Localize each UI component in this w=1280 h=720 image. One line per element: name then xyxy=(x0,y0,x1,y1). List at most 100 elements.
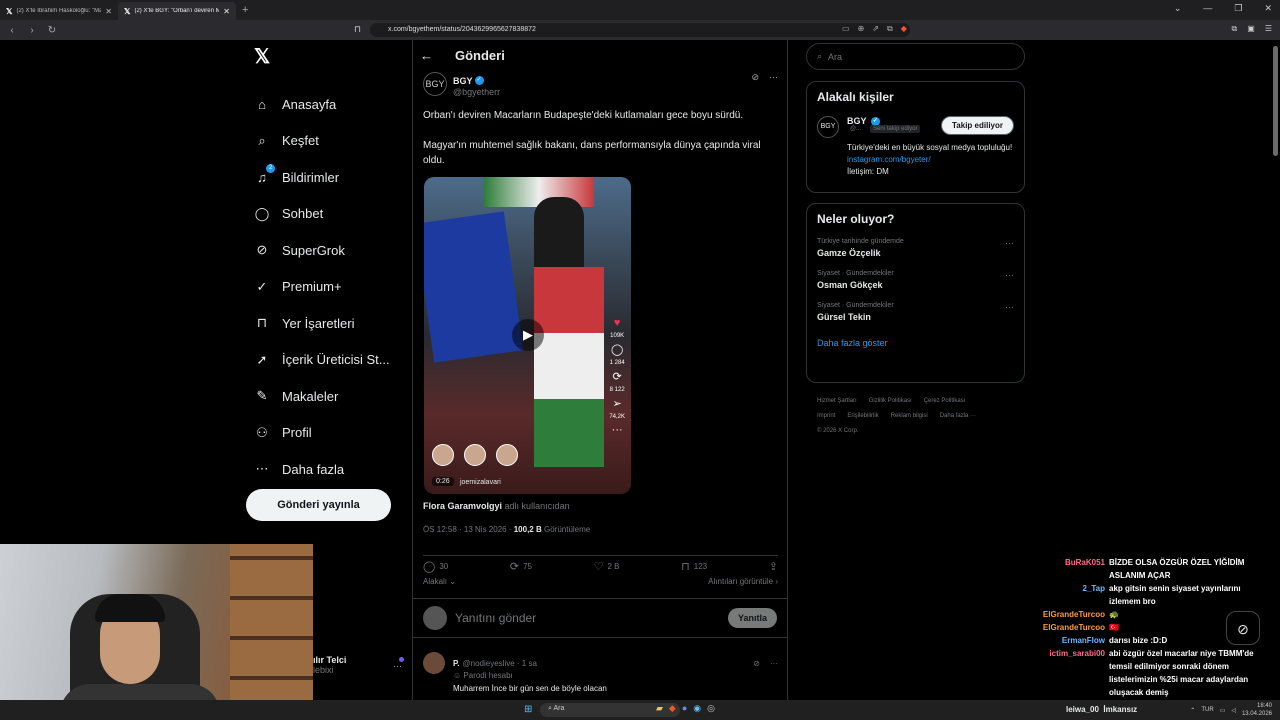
minimize-icon[interactable]: — xyxy=(1203,3,1212,14)
post-button[interactable]: Gönderi yayınla xyxy=(246,489,391,521)
nav-item-bookmarks[interactable]: ⊓ Yer İşaretleri xyxy=(246,305,406,342)
tweet-author-handle[interactable]: @bgyetherr xyxy=(453,87,500,97)
comment-icon[interactable]: ◯ xyxy=(611,343,623,356)
search-input[interactable]: ⌕ Ara xyxy=(806,43,1025,70)
video-side-actions: ♥ 109K ◯ 1 284 ⟳ 8 122 ➢ 74,2K ··· xyxy=(609,317,625,436)
tweet-meta: ÖS 12:58 · 13 Nis 2026 · 100,2 B Görüntü… xyxy=(423,525,591,534)
zoom-icon[interactable]: ⊕ xyxy=(858,24,865,34)
x-logo-icon[interactable]: 𝕏 xyxy=(254,44,406,72)
grok-icon[interactable]: ⊘ xyxy=(751,72,759,83)
bookmark-icon: ⊓ xyxy=(681,561,690,573)
app-icon[interactable]: ◎ xyxy=(707,703,715,714)
reload-icon[interactable]: ↻ xyxy=(44,25,60,36)
notification-badge: 2 xyxy=(266,164,275,174)
nav-item-explore[interactable]: ⌕ Keşfet xyxy=(246,123,406,160)
more-icon[interactable]: ··· xyxy=(769,72,778,83)
share-icon[interactable]: ⇗ xyxy=(872,24,879,34)
discord-icon[interactable]: ● xyxy=(682,703,687,714)
more-icon[interactable]: ··· xyxy=(1005,302,1014,312)
more-icon[interactable]: ··· xyxy=(393,661,402,671)
forward-icon[interactable]: › xyxy=(24,25,40,36)
share-button[interactable]: ⇪ xyxy=(769,560,778,573)
bio-link[interactable]: instagram.com/bgyeter/ xyxy=(847,155,931,164)
nav-item-home[interactable]: ⌂ Anasayfa xyxy=(246,86,406,123)
main-header: ← Gönderi xyxy=(420,48,505,63)
chevron-down-icon[interactable]: ⌄ xyxy=(1174,3,1182,14)
search-icon: ⌕ xyxy=(548,705,552,712)
sort-dropdown[interactable]: Alakalı ⌄ xyxy=(423,577,456,586)
avatar[interactable] xyxy=(423,652,445,674)
back-arrow-icon[interactable]: ← xyxy=(420,48,433,63)
new-tab-icon[interactable]: + xyxy=(242,4,248,16)
trend-item[interactable]: Siyaset · Gündemdekiler Gürsel Tekin ··· xyxy=(817,302,1014,322)
more-icon[interactable]: ··· xyxy=(1005,270,1014,280)
reply-button[interactable]: ◯ 30 xyxy=(423,560,448,573)
search-icon: ⌕ xyxy=(817,51,823,61)
hungary-flag xyxy=(534,267,604,467)
address-bar[interactable]: x.com/bgyethem/status/204362996562783887… xyxy=(370,23,910,37)
nav-item-articles[interactable]: ✎ Makaleler xyxy=(246,378,406,415)
more-icon[interactable]: ··· xyxy=(612,424,623,436)
extensions-icon[interactable]: ⧉ xyxy=(1232,24,1238,34)
show-more-link[interactable]: Daha fazla göster xyxy=(817,338,1014,348)
network-icon[interactable]: ▭ xyxy=(1220,707,1226,714)
grok-floating-button[interactable]: ⊘ xyxy=(1226,611,1260,645)
tweet-text: Orban'ı deviren Macarların Budapeşte'dek… xyxy=(423,110,761,166)
avatar[interactable]: BGY xyxy=(423,72,447,96)
reply-input[interactable]: Yanıtını gönder xyxy=(455,611,728,625)
brave-icon[interactable]: ◆ xyxy=(669,703,676,714)
chat-message: ictim_sarabi00 abi özgür özel macarlar ni… xyxy=(1049,649,1254,697)
grok-icon[interactable]: ⊘ xyxy=(753,659,760,668)
browser-tab-active[interactable]: 𝕏 (2) X'te BGY: "Orban'ı deviren M... ✕ xyxy=(118,2,236,20)
nav-item-premium[interactable]: ✓ Premium+ xyxy=(246,269,406,306)
menu-icon[interactable]: ☰ xyxy=(1265,24,1272,34)
repost-icon[interactable]: ⟳ xyxy=(613,370,622,383)
send-icon[interactable]: ➢ xyxy=(613,397,622,410)
scrollbar[interactable] xyxy=(1273,46,1278,156)
more-icon[interactable]: ··· xyxy=(1005,238,1014,248)
trend-item[interactable]: Türkiye tarihinde gündemde Gamze Özçelik… xyxy=(817,238,1014,258)
grok-icon: ⊘ xyxy=(1237,621,1249,637)
tweet-video[interactable]: ▶ ♥ 109K ◯ 1 284 ⟳ 8 122 ➢ 74,2K ··· 0:26 jo… xyxy=(424,177,631,494)
heart-icon[interactable]: ♥ xyxy=(614,317,621,329)
tweet-author-name[interactable]: BGY xyxy=(453,76,473,86)
clock[interactable]: 18:40 13.04.2026 xyxy=(1242,702,1272,718)
browser-tab[interactable]: 𝕏(2) X'te İbrahim Haskoloğlu: "Macarı...… xyxy=(0,2,118,20)
windows-start-icon[interactable]: ⊞ xyxy=(524,704,532,715)
bookmark-icon[interactable]: ⊓ xyxy=(354,24,361,35)
repost-button[interactable]: ⟳ 75 xyxy=(510,560,532,573)
view-quotes-link[interactable]: Alıntıları görüntüle › xyxy=(708,577,778,586)
nav-item-supergrok[interactable]: ⊘ SuperGrok xyxy=(246,232,406,269)
copy-icon[interactable]: ⧉ xyxy=(887,24,893,34)
brave-shield-icon[interactable]: ◆ xyxy=(901,24,907,34)
chevron-up-icon[interactable]: ⌃ xyxy=(1190,707,1195,714)
video-username: joemizalavari xyxy=(460,479,501,486)
play-icon[interactable]: ▶ xyxy=(512,319,544,351)
nav-item-notifications[interactable]: ♫ 2 Bildirimler xyxy=(246,159,406,196)
steam-icon[interactable]: ◉ xyxy=(693,703,701,714)
nav-item-creator-studio[interactable]: ➚ İçerik Üreticisi St... xyxy=(246,342,406,379)
nav-item-chat[interactable]: ◯ Sohbet xyxy=(246,196,406,233)
more-icon[interactable]: ··· xyxy=(770,659,778,668)
reply-submit-button[interactable]: Yanıtla xyxy=(727,608,777,628)
bookmark-button[interactable]: ⊓ 123 xyxy=(681,560,707,573)
back-icon[interactable]: ‹ xyxy=(4,25,20,36)
footer-links: Hizmet Şartları Gizlilik Politikası Çerez … xyxy=(817,398,977,434)
folder-icon[interactable]: ▰ xyxy=(656,703,663,714)
avatar[interactable]: BGY xyxy=(817,116,839,138)
maximize-icon[interactable]: ❐ xyxy=(1234,3,1242,14)
close-icon[interactable]: ✕ xyxy=(105,7,112,16)
close-icon[interactable]: ✕ xyxy=(1264,3,1272,14)
nav-item-profile[interactable]: ⚇ Profil xyxy=(246,415,406,452)
following-button[interactable]: Takip ediliyor xyxy=(941,116,1014,135)
account-switcher[interactable]: ılır Telci lebixi ··· xyxy=(313,655,408,675)
reader-icon[interactable]: ▭ xyxy=(842,24,850,34)
x-logo-icon: 𝕏 xyxy=(124,6,131,16)
trend-item[interactable]: Siyaset · Gündemdekiler Osman Gökçek ··· xyxy=(817,270,1014,290)
like-button[interactable]: ♡ 2 B xyxy=(594,560,620,573)
wallet-icon[interactable]: ▣ xyxy=(1247,24,1255,34)
language-indicator[interactable]: TUR xyxy=(1201,707,1213,713)
volume-icon[interactable]: ◁ xyxy=(1231,707,1236,714)
close-icon[interactable]: ✕ xyxy=(223,7,230,16)
nav-item-more[interactable]: ⋯ Daha fazla xyxy=(246,451,406,488)
